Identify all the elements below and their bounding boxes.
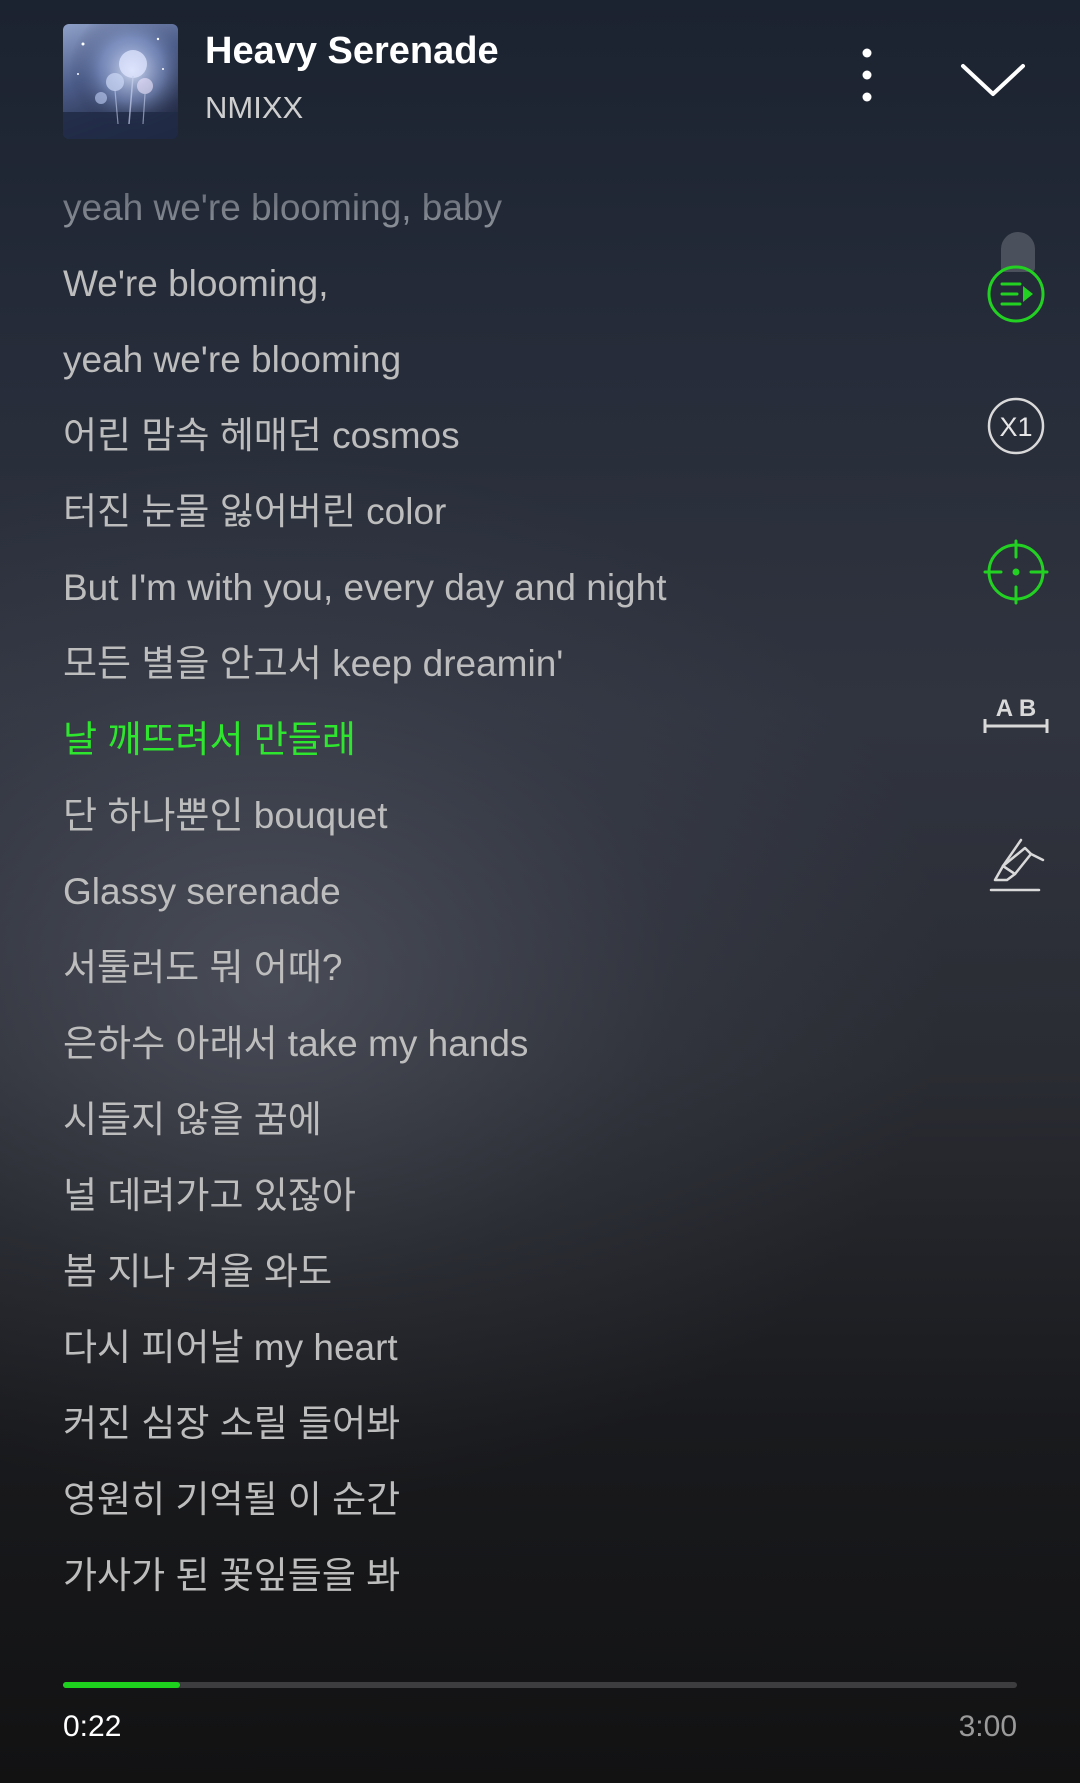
lyrics-sync-button[interactable] (981, 537, 1051, 607)
ab-repeat-button[interactable]: A B (981, 682, 1051, 752)
speed-x1-icon: X1 (987, 397, 1045, 455)
lyric-line[interactable]: 가사가 된 꽃잎들을 봐 (63, 1546, 943, 1622)
total-time: 3:00 (958, 1710, 1017, 1743)
highlighter-icon (989, 838, 1045, 892)
lyric-line[interactable]: Glassy serenade (63, 862, 943, 938)
lyric-line-active[interactable]: 날 깨뜨려서 만들래 (63, 710, 943, 786)
sync-target-icon (983, 539, 1049, 605)
lyric-line[interactable]: But I'm with you, every day and night (63, 558, 943, 634)
lyric-line[interactable]: We're blooming, (63, 254, 943, 330)
player-header: Heavy Serenade NMIXX (0, 0, 1080, 160)
lyric-line[interactable]: 다시 피어날 my heart (63, 1318, 943, 1394)
collapse-player-button[interactable] (955, 50, 1031, 106)
lyric-line[interactable]: 봄 지나 겨울 와도 (63, 1242, 943, 1318)
lyric-line[interactable]: 서툴러도 뭐 어때? (63, 938, 943, 1014)
artist-name[interactable]: NMIXX (205, 90, 303, 126)
playback-speed-button[interactable]: X1 (981, 391, 1051, 461)
lyric-line[interactable]: 널 데려가고 있잖아 (63, 1166, 943, 1242)
lyric-line[interactable]: 시들지 않을 꿈에 (63, 1090, 943, 1166)
lyrics-list[interactable]: yeah we're blooming, baby We're blooming,… (63, 178, 943, 1640)
more-options-button[interactable] (845, 40, 889, 110)
album-cover-image (63, 24, 178, 139)
lyric-line[interactable]: 커진 심장 소릴 들어봐 (63, 1394, 943, 1470)
lyric-line[interactable]: 영원히 기억될 이 순간 (63, 1470, 943, 1546)
lyric-line[interactable]: 단 하나뿐인 bouquet (63, 786, 943, 862)
lyric-line[interactable]: yeah we're blooming (63, 330, 943, 406)
album-art-thumbnail[interactable] (63, 24, 178, 139)
ab-repeat-icon: A B (983, 695, 1049, 733)
lyric-line[interactable]: 터진 눈물 잃어버린 color (63, 482, 943, 558)
playback-progress-fill (63, 1682, 180, 1688)
highlighter-button[interactable] (981, 832, 1051, 902)
lyric-line[interactable]: yeah we're blooming, baby (63, 178, 943, 254)
lyric-line[interactable]: 모든 별을 안고서 keep dreamin' (63, 634, 943, 710)
playlist-play-button[interactable] (981, 259, 1051, 329)
song-title: Heavy Serenade (205, 30, 499, 72)
lyric-line[interactable]: 어린 맘속 헤매던 cosmos (63, 406, 943, 482)
svg-text:A B: A B (996, 695, 1036, 722)
lyric-line[interactable]: 은하수 아래서 take my hands (63, 1014, 943, 1090)
playback-progress-bar[interactable] (63, 1682, 1017, 1688)
chevron-down-icon (961, 64, 1025, 96)
current-time: 0:22 (63, 1710, 122, 1743)
more-vertical-icon (862, 48, 872, 102)
playlist-play-icon (987, 265, 1045, 323)
svg-text:X1: X1 (999, 412, 1032, 442)
